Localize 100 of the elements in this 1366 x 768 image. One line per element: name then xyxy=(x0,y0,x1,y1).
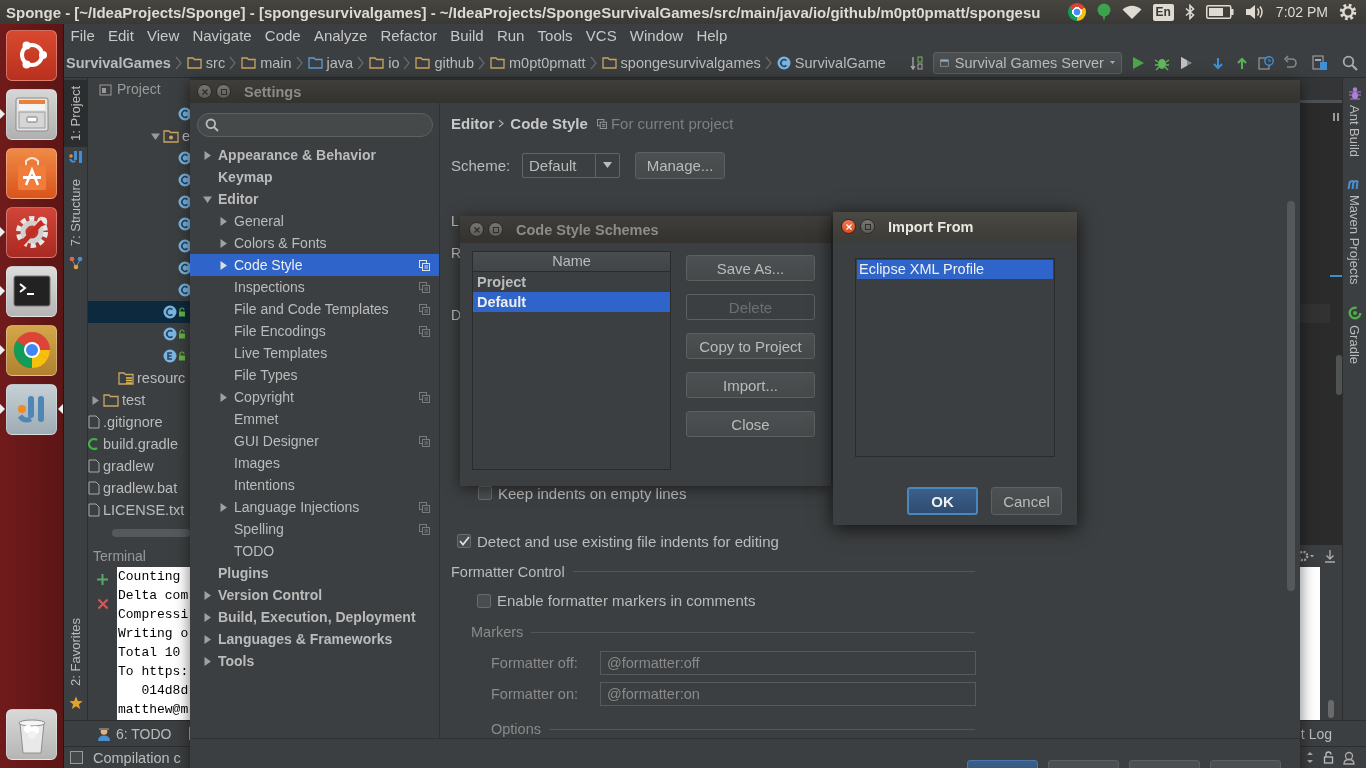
shopping-bag-icon[interactable] xyxy=(6,147,57,199)
balloon-icon[interactable] xyxy=(1096,3,1111,21)
checkbox[interactable] xyxy=(478,486,492,501)
menu-item[interactable]: Help xyxy=(689,24,734,48)
person-outline-icon[interactable] xyxy=(1342,750,1356,765)
dialog-button[interactable]: Copy to Project xyxy=(686,333,815,359)
menu-item[interactable]: Run xyxy=(490,24,531,48)
terminal-icon[interactable] xyxy=(6,265,57,317)
arrow-right-icon[interactable] xyxy=(218,238,228,248)
half-shaded-play-icon[interactable] xyxy=(1178,54,1194,71)
close-button[interactable] xyxy=(841,219,856,234)
settings-tree-item[interactable]: TODO xyxy=(190,540,439,562)
arrow-right-icon[interactable] xyxy=(202,656,212,666)
scheme-dropdown[interactable]: Default xyxy=(522,152,620,178)
arrow-right-icon[interactable] xyxy=(202,612,212,622)
project-tree-item[interactable] xyxy=(88,301,190,323)
undo-icon[interactable] xyxy=(1282,54,1298,71)
breadcrumb-item[interactable]: SurvivalGames xyxy=(64,54,175,71)
battery-icon[interactable] xyxy=(1205,5,1234,19)
plus-icon[interactable] xyxy=(96,573,109,586)
tool-window-tab[interactable]: 6: TODO xyxy=(94,722,175,745)
menu-item[interactable]: Refactor xyxy=(373,24,444,48)
arrow-right-icon[interactable] xyxy=(202,150,212,160)
menu-item[interactable]: Window xyxy=(623,24,690,48)
breadcrumb-item[interactable]: src xyxy=(182,54,230,71)
project-tree-item[interactable]: .gitignore xyxy=(88,411,190,433)
menu-item[interactable]: Tools xyxy=(531,24,580,48)
list-item[interactable]: Eclipse XML Profile xyxy=(857,260,1053,279)
arrow-right-icon[interactable] xyxy=(218,502,228,512)
settings-tree-item[interactable]: Images xyxy=(190,452,439,474)
dash-logo-icon[interactable] xyxy=(6,29,57,81)
wifi-icon[interactable] xyxy=(1121,5,1142,19)
settings-tree-item[interactable]: Inspections xyxy=(190,276,439,298)
breadcrumb-item[interactable]: io xyxy=(365,54,404,71)
horizontal-scrollbar[interactable] xyxy=(112,529,190,537)
tool-window-tab[interactable]: 7: Structure xyxy=(64,172,87,253)
tool-window-tab[interactable]: Ant Build xyxy=(1343,102,1366,161)
volume-icon[interactable] xyxy=(1244,4,1265,20)
settings-tree-item[interactable]: Live Templates xyxy=(190,342,439,364)
double-bar-icon[interactable] xyxy=(1333,113,1339,121)
trash-icon[interactable] xyxy=(6,709,57,760)
settings-tree-item[interactable]: Emmet xyxy=(190,408,439,430)
table-row[interactable]: Default xyxy=(473,292,670,312)
arrow-right-icon[interactable] xyxy=(218,216,228,226)
settings-tree-item[interactable]: Copyright xyxy=(190,386,439,408)
text-field[interactable]: @formatter:off xyxy=(600,651,976,675)
settings-tree-item[interactable]: File Encodings xyxy=(190,320,439,342)
settings-tree-item[interactable]: Plugins xyxy=(190,562,439,584)
app-logo-icon[interactable] xyxy=(6,383,57,435)
project-tree-item[interactable]: test xyxy=(88,389,190,411)
tool-window-tab[interactable]: Maven Projects xyxy=(1343,192,1366,288)
manage-button[interactable]: Manage... xyxy=(635,151,725,179)
tool-window-tab[interactable]: 2: Favorites xyxy=(64,612,87,692)
search-icon[interactable] xyxy=(1342,54,1358,71)
menu-item[interactable]: Analyze xyxy=(307,24,374,48)
arrow-right-icon[interactable] xyxy=(202,634,212,644)
logo-bars-icon[interactable] xyxy=(68,150,83,163)
dialog-button[interactable]: Save As... xyxy=(686,255,815,281)
settings-tree-item[interactable]: Appearance & Behavior xyxy=(190,144,439,166)
project-tree-item[interactable]: gradlew.bat xyxy=(88,477,190,499)
breadcrumb-item[interactable]: m0pt0pmatt xyxy=(486,54,590,71)
run-icon[interactable] xyxy=(1130,54,1146,71)
run-configuration-dropdown[interactable]: Survival Games Server xyxy=(933,51,1122,74)
settings-tree-item[interactable]: Languages & Frameworks xyxy=(190,628,439,650)
project-tree-item[interactable]: LICENSE.txt xyxy=(88,499,190,521)
menu-item[interactable]: VCS xyxy=(579,24,624,48)
menu-item[interactable]: Build xyxy=(443,24,491,48)
project-tree-item[interactable]: resourc xyxy=(88,367,190,389)
ant-icon[interactable] xyxy=(1347,86,1362,100)
arrow-to-bottom-icon[interactable] xyxy=(1324,549,1336,563)
settings-tree-item[interactable]: File Types xyxy=(190,364,439,386)
arrow-right-icon[interactable] xyxy=(90,395,100,405)
tool-window-tab[interactable]: 1: Project xyxy=(64,80,87,147)
checkbox[interactable] xyxy=(477,593,491,608)
lock-icon[interactable] xyxy=(1323,751,1334,764)
settings-tree-item[interactable]: File and Code Templates xyxy=(190,298,439,320)
tool-window-tab[interactable]: Gradle xyxy=(1343,321,1366,367)
project-tree-item[interactable]: gradlew xyxy=(88,455,190,477)
dialog-button[interactable]: Close xyxy=(686,411,815,437)
text-field[interactable]: @formatter:on xyxy=(600,682,976,706)
settings-tree-item[interactable]: Build, Execution, Deployment xyxy=(190,606,439,628)
clock[interactable]: 7:02 PM xyxy=(1275,4,1328,20)
settings-tree-item[interactable]: General xyxy=(190,210,439,232)
bluetooth-icon[interactable] xyxy=(1184,4,1195,20)
gear-icon[interactable] xyxy=(1297,549,1315,563)
panel-layout-icon[interactable] xyxy=(1312,54,1328,71)
browser-icon[interactable] xyxy=(6,324,57,376)
gear-wrench-icon[interactable] xyxy=(6,206,57,258)
project-tree-item[interactable]: e xyxy=(88,125,190,147)
settings-tree-item[interactable]: Tools xyxy=(190,650,439,672)
vertical-scrollbar[interactable] xyxy=(1328,700,1334,718)
settings-tree-item[interactable]: Spelling xyxy=(190,518,439,540)
arrow-right-icon[interactable] xyxy=(218,392,228,402)
project-tree-item[interactable]: build.gradle xyxy=(88,433,190,455)
structure-icon[interactable] xyxy=(68,256,83,271)
tool-window-tab[interactable]: t Log xyxy=(1297,722,1335,745)
table-row[interactable]: Project xyxy=(473,272,670,292)
up-down-arrows-icon[interactable] xyxy=(1305,751,1315,764)
arrow-down-icon[interactable] xyxy=(202,194,212,204)
history-icon[interactable] xyxy=(1258,54,1274,71)
